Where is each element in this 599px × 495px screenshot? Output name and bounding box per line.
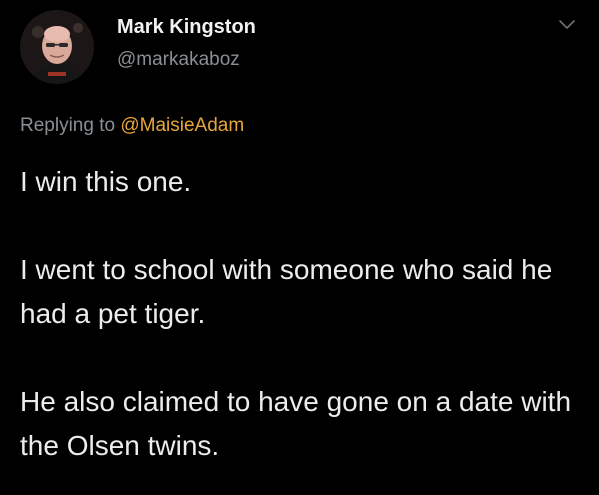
reply-context: Replying to @MaisieAdam: [20, 115, 244, 137]
author-handle[interactable]: @markakaboz: [117, 49, 240, 71]
reply-mention-link[interactable]: @MaisieAdam: [120, 115, 244, 136]
reply-prefix: Replying to: [20, 115, 121, 136]
tweet-body: I win this one. I went to school with so…: [20, 160, 580, 468]
author-display-name[interactable]: Mark Kingston: [117, 16, 256, 39]
avatar[interactable]: [20, 10, 94, 84]
tweet-card: Mark Kingston @markakaboz Replying to @M…: [0, 0, 599, 495]
avatar-photo: [20, 10, 94, 84]
tweet-paragraph: He also claimed to have gone on a date w…: [20, 386, 572, 461]
chevron-down-icon[interactable]: [556, 16, 578, 34]
tweet-paragraph: I win this one.: [20, 166, 192, 197]
tweet-paragraph: I went to school with someone who said h…: [20, 254, 553, 329]
